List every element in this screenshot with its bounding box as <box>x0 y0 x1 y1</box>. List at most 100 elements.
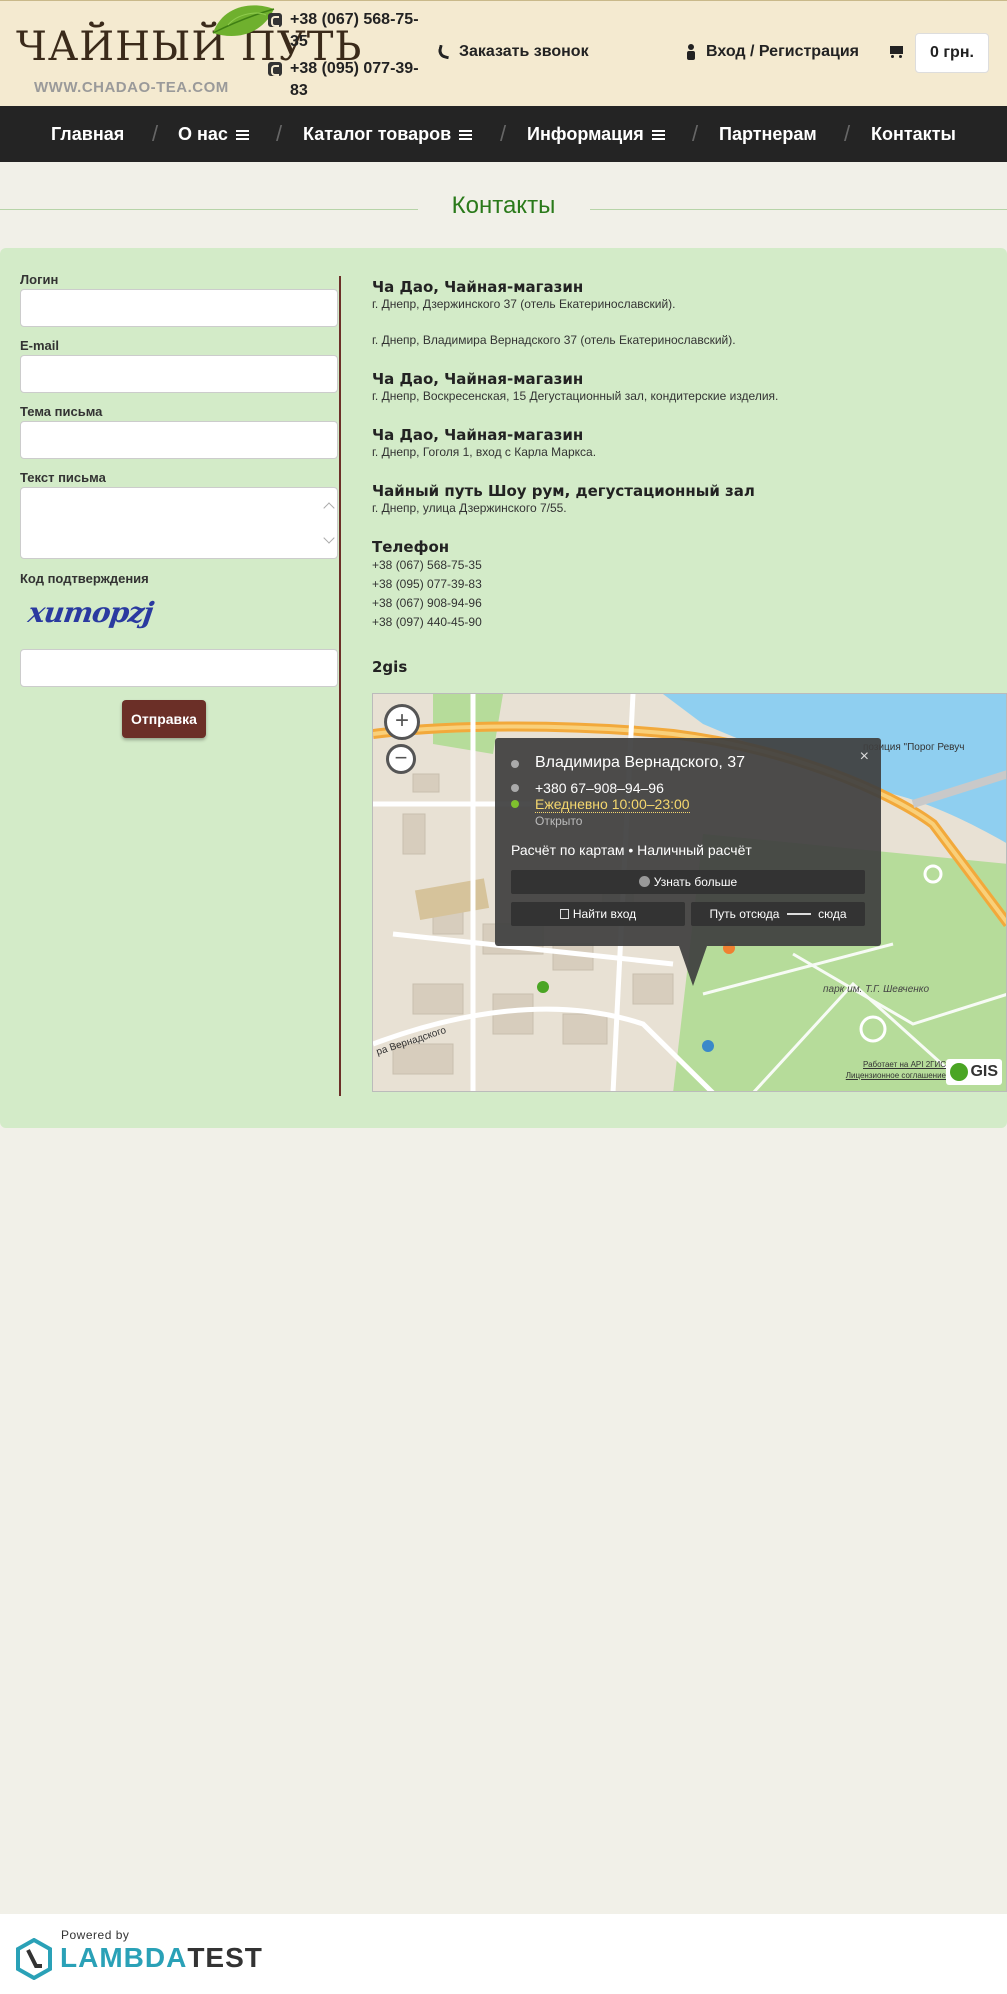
nav-item-home[interactable]: Главная <box>51 106 124 162</box>
shop-title: Ча Дао, Чайная-магазин <box>372 278 584 296</box>
message-field[interactable] <box>20 487 338 559</box>
shop-address: г. Днепр, Дзержинского 37 (отель Екатери… <box>372 297 676 311</box>
nav-label: Партнерам <box>719 124 817 144</box>
menu-icon <box>651 130 665 140</box>
menu-icon <box>235 130 249 140</box>
login-label: Вход / Регистрация <box>706 43 859 60</box>
logo-subtitle: WWW.CHADAO-TEA.COM <box>34 79 229 96</box>
close-icon[interactable]: × <box>860 748 869 766</box>
site-header: ЧАЙНЫЙ ПУТЬ WWW.CHADAO-TEA.COM +38 (067)… <box>0 0 1007 106</box>
login-field-label: Логин <box>20 272 59 287</box>
subject-field-label: Тема письма <box>20 404 103 419</box>
route-icon <box>786 913 811 915</box>
nav-item-catalog[interactable]: Каталог товаров <box>303 106 473 162</box>
main-nav: Главная / О нас / Каталог товаров / Инфо… <box>0 106 1007 162</box>
contacts-list: Ча Дао, Чайная-магазин г. Днепр, Дзержин… <box>372 278 992 676</box>
contact-panel: Логин E-mail Тема письма Текст письма Ко… <box>0 248 1007 1128</box>
route-from-label: Путь отсюда <box>709 907 780 921</box>
map-credit-license[interactable]: Лицензионное соглашение <box>846 1070 946 1081</box>
captcha-field-label: Код подтверждения <box>20 571 149 586</box>
nav-label: Контакты <box>871 124 956 144</box>
login-register-link[interactable]: Вход / Регистрация <box>686 43 859 61</box>
phone-number[interactable]: +38 (097) 440-45-90 <box>372 613 992 632</box>
nav-item-about[interactable]: О нас <box>178 106 249 162</box>
popup-payment: Расчёт по картам • Наличный расчёт <box>511 842 752 858</box>
nav-separator: / <box>276 121 283 146</box>
map-widget[interactable]: + − парк им. Т.Г. Шевченко ра Вернадског… <box>372 693 1007 1092</box>
find-entrance-label: Найти вход <box>572 907 637 921</box>
find-entrance-button[interactable]: Найти вход <box>511 902 685 926</box>
map-credit-api[interactable]: Работает на API 2ГИС <box>846 1059 946 1070</box>
more-info-button[interactable]: Узнать больше <box>511 870 865 894</box>
nav-item-partners[interactable]: Партнерам <box>719 106 817 162</box>
phone-handset-icon <box>436 44 452 60</box>
email-field[interactable] <box>20 355 338 393</box>
cart-icon[interactable] <box>888 46 904 58</box>
cart-button[interactable]: 0 грн. <box>915 33 989 73</box>
send-button-label: Отправка <box>131 711 197 727</box>
phone-icon <box>268 13 282 27</box>
map-logo-text: GIS <box>970 1063 998 1080</box>
map-provider-logo: GIS <box>946 1059 1002 1085</box>
info-icon <box>638 876 650 887</box>
site-logo[interactable]: ЧАЙНЫЙ ПУТЬ WWW.CHADAO-TEA.COM <box>16 5 361 103</box>
map-credit[interactable]: Работает на API 2ГИС Лицензионное соглаш… <box>846 1059 946 1081</box>
entrance-icon <box>559 909 569 919</box>
send-button[interactable]: Отправка <box>122 700 206 738</box>
phone-number[interactable]: +38 (067) 908-94-96 <box>372 594 992 613</box>
2gis-icon <box>950 1063 968 1081</box>
phone-number[interactable]: +38 (095) 077-39-83 <box>372 575 992 594</box>
brand-name: LAMBDATEST <box>60 1942 263 1974</box>
user-icon <box>686 44 696 60</box>
clock-icon <box>511 800 519 808</box>
message-field-label: Текст письма <box>20 470 106 485</box>
lambdatest-logo-icon <box>16 1938 52 1980</box>
captcha-image: xumopzj <box>26 596 155 629</box>
phone-title: Телефон <box>372 538 450 556</box>
popup-title: Владимира Вернадского, 37 <box>535 754 746 771</box>
powered-by-badge[interactable]: Powered by LAMBDATEST <box>0 1914 1007 1994</box>
header-phone-1[interactable]: +38 (067) 568-75-35 <box>268 9 428 53</box>
callback-link[interactable]: Заказать звонок <box>436 43 589 61</box>
popup-hours[interactable]: Ежедневно 10:00–23:00 <box>535 796 690 813</box>
map-popup: × Владимира Вернадского, 37 +380 67–908–… <box>495 738 881 946</box>
scroll-up-icon <box>323 502 335 514</box>
nav-label: О нас <box>178 124 228 144</box>
pin-icon <box>511 760 519 768</box>
nav-item-info[interactable]: Информация <box>527 106 665 162</box>
shop-address: г. Днепр, Воскресенская, 15 Дегустационн… <box>372 389 779 403</box>
map-label-park: парк им. Т.Г. Шевченко <box>823 984 930 995</box>
header-phone-text: +38 (067) 568-75-35 <box>290 11 419 50</box>
more-info-label: Узнать больше <box>653 875 738 889</box>
shop-title: Ча Дао, Чайная-магазин <box>372 426 584 444</box>
header-phone-text: +38 (095) 077-39-83 <box>290 60 419 99</box>
zoom-in-button[interactable]: + <box>384 704 420 740</box>
nav-label: Главная <box>51 124 125 144</box>
nav-separator: / <box>844 121 851 146</box>
scroll-down-icon <box>323 532 335 544</box>
zoom-out-button[interactable]: − <box>386 744 416 774</box>
nav-item-contacts[interactable]: Контакты <box>871 106 956 162</box>
menu-icon <box>459 130 473 140</box>
shop-address: г. Днепр, Гоголя 1, вход с Карла Маркса. <box>372 445 597 459</box>
shop-title: Ча Дао, Чайная-магазин <box>372 370 584 388</box>
column-divider <box>339 276 341 1096</box>
header-phone-2[interactable]: +38 (095) 077-39-83 <box>268 58 428 102</box>
phone-number[interactable]: +38 (067) 568-75-35 <box>372 556 992 575</box>
callback-label: Заказать звонок <box>459 43 589 60</box>
shop-address: г. Днепр, улица Дзержинского 7/55. <box>372 501 567 515</box>
route-button[interactable]: Путь отсюда сюда <box>691 902 865 926</box>
nav-separator: / <box>692 121 699 146</box>
email-field-label: E-mail <box>20 338 60 353</box>
nav-separator: / <box>152 121 159 146</box>
captcha-field[interactable] <box>20 649 338 687</box>
subject-field[interactable] <box>20 421 338 459</box>
phone-icon <box>511 784 519 792</box>
route-to-label: сюда <box>818 907 847 921</box>
brand-name-a: LAMBDA <box>60 1942 188 1973</box>
login-field[interactable] <box>20 289 338 327</box>
textarea-scrollbar[interactable] <box>321 488 337 560</box>
phone-icon <box>268 62 282 76</box>
shop-title: Чайный путь Шоу рум, дегустационный зал <box>372 482 755 500</box>
popup-pointer <box>679 946 707 986</box>
